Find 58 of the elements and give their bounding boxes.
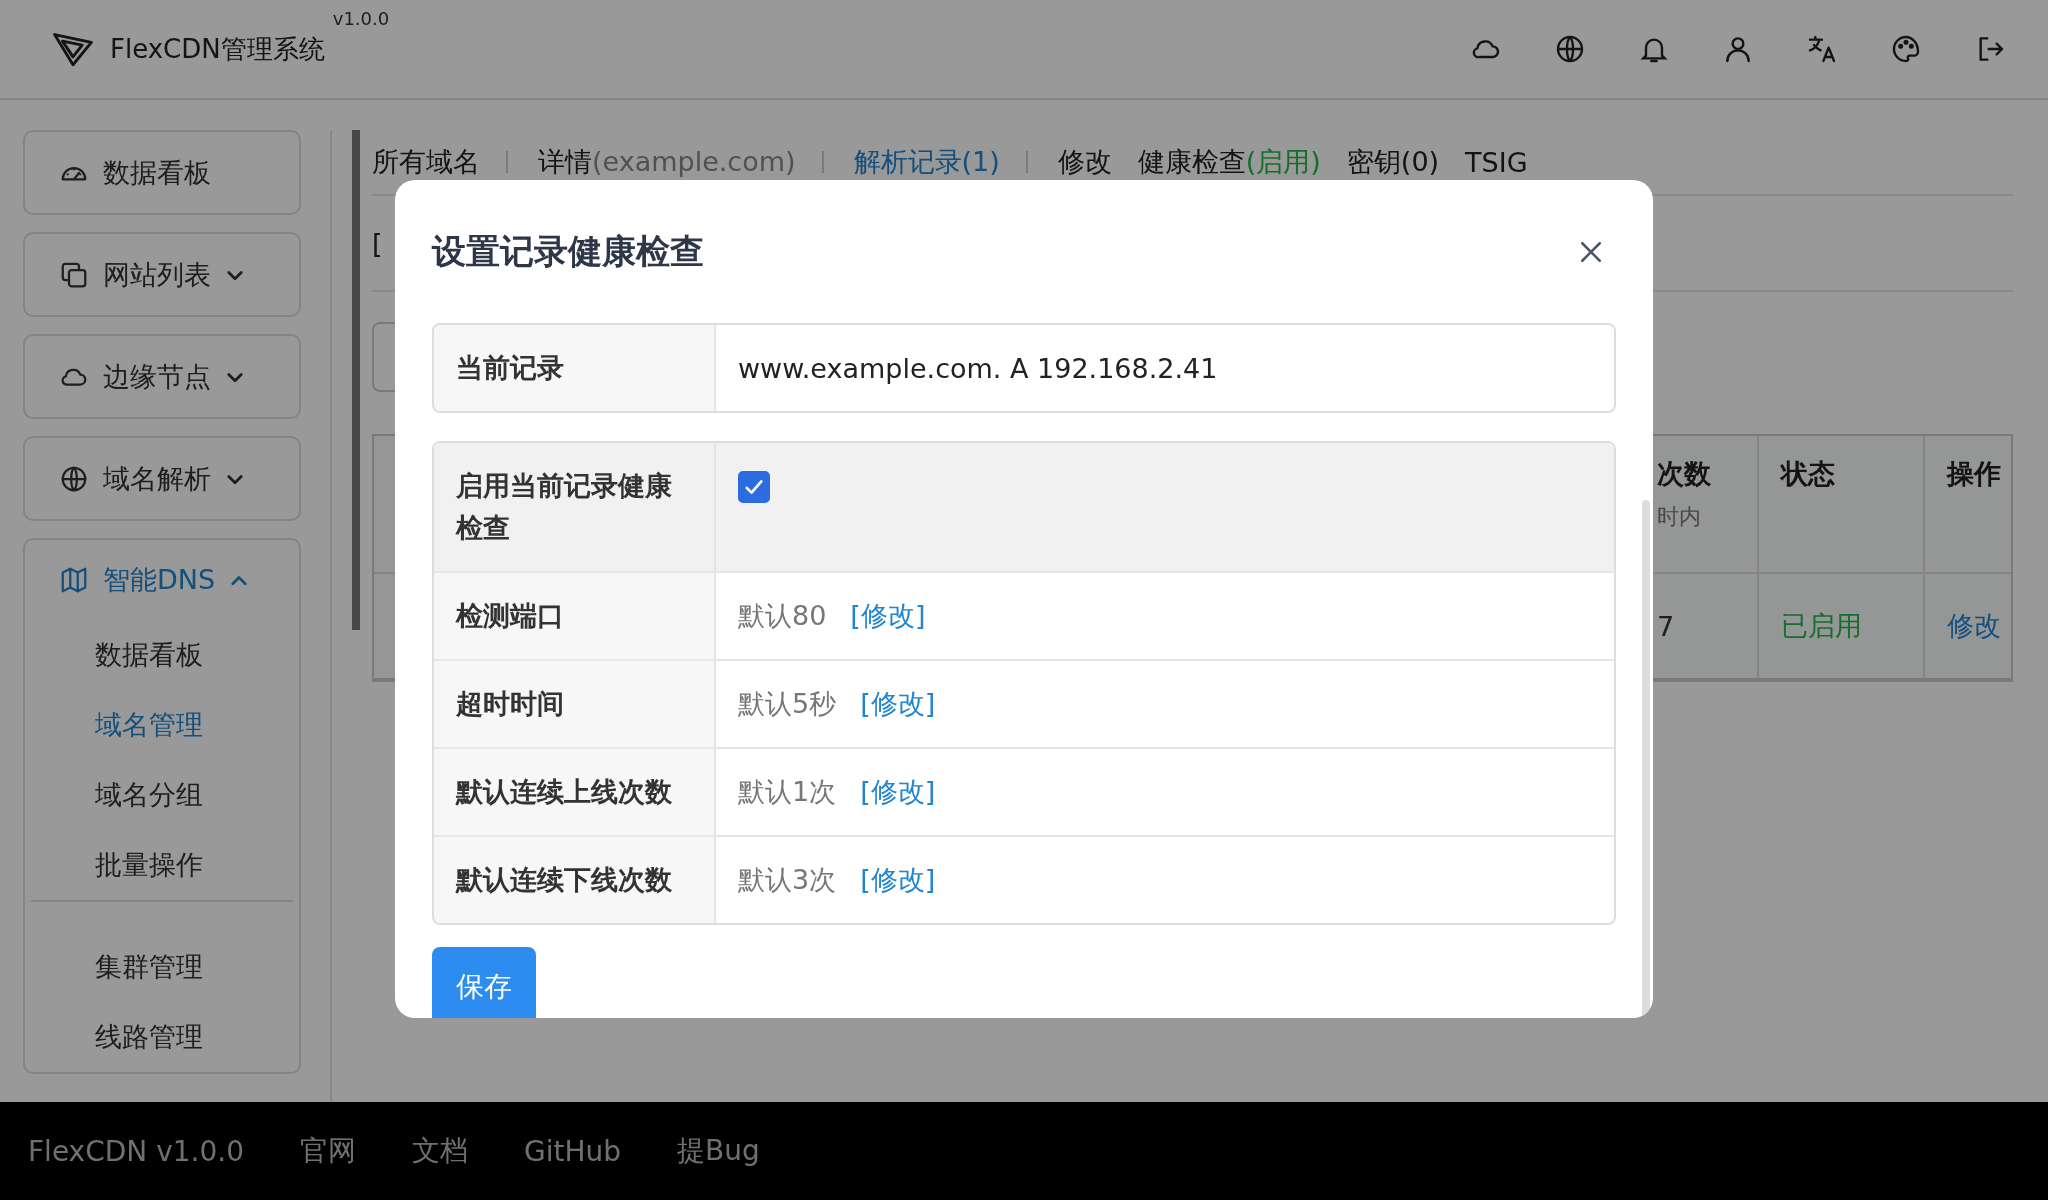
submenu-item[interactable]: 批量操作 [25, 830, 299, 900]
tab[interactable]: 详情(example.com) [538, 144, 796, 180]
tab[interactable]: 修改 [1057, 144, 1112, 180]
scrollbar[interactable] [1642, 500, 1650, 1018]
edit-link[interactable]: [修改] [860, 774, 936, 810]
submenu-item[interactable]: 域名分组 [25, 760, 299, 830]
footer-link[interactable]: 文档 [411, 1132, 468, 1170]
sidebar-item[interactable]: 边缘节点 [25, 336, 299, 417]
default-value: 默认5秒 [738, 687, 837, 721]
footer-link[interactable]: 官网 [299, 1132, 356, 1170]
edit-link[interactable]: 修改 [1947, 608, 2011, 644]
record-value: www.example.com. A 192.168.2.41 [738, 352, 1218, 384]
edit-link[interactable]: [修改] [860, 862, 936, 898]
field-label: 默认连续下线次数 [434, 837, 716, 923]
sidebar-item[interactable]: 域名解析 [25, 438, 299, 519]
logo-icon [52, 30, 94, 68]
field-label: 当前记录 [434, 325, 716, 411]
sidebar-item[interactable]: 数据看板 [25, 132, 299, 213]
default-value: 默认1次 [738, 775, 837, 809]
submenu-item[interactable]: 数据看板 [25, 620, 299, 690]
tab[interactable]: 解析记录(1) [853, 144, 1000, 180]
footer-link[interactable]: GitHub [523, 1134, 621, 1168]
submenu-item[interactable]: 域名管理 [25, 690, 299, 760]
table-cell-text: 已启用 [1781, 609, 1863, 643]
submenu-item[interactable]: 线路管理 [25, 1002, 299, 1072]
column-header: 操作 [1947, 457, 2002, 491]
translate-icon[interactable] [1806, 33, 1838, 65]
checkbox[interactable] [738, 471, 770, 503]
field-label: 启用当前记录健康检查 [434, 443, 716, 571]
app-title: FlexCDN管理系统 [110, 32, 325, 66]
submenu-item[interactable]: 集群管理 [25, 932, 299, 1002]
map-icon [59, 565, 89, 595]
column-subtitle: 时内 [1657, 503, 1702, 531]
footer-link[interactable]: 提Bug [677, 1132, 760, 1170]
tab[interactable]: 密钥(0) [1346, 144, 1440, 180]
sidebar-item[interactable]: 智能DNS [25, 540, 299, 620]
sidebar-item[interactable]: 网站列表 [25, 234, 299, 315]
save-button[interactable]: 保存 [432, 947, 536, 1018]
default-value: 默认80 [738, 599, 827, 633]
default-value: 默认3次 [738, 863, 837, 897]
field-label: 超时时间 [434, 661, 716, 747]
tab[interactable]: 所有域名 [372, 144, 480, 180]
create-link[interactable]: [ [372, 227, 383, 259]
edit-link[interactable]: [修改] [860, 686, 936, 722]
column-header: 状态 [1781, 457, 1836, 491]
palette-icon[interactable] [1890, 33, 1922, 65]
table-cell-text: 7 [1657, 610, 1676, 642]
version-text: FlexCDN v1.0.0 [28, 1134, 244, 1168]
tab[interactable]: TSIG [1465, 146, 1528, 178]
field-label: 默认连续上线次数 [434, 749, 716, 835]
tab[interactable]: 健康检查(启用) [1137, 144, 1321, 180]
dialog-title: 设置记录健康检查 [432, 229, 704, 273]
globe-icon[interactable] [1554, 33, 1586, 65]
field-label: 检测端口 [434, 573, 716, 659]
column-header: 次数 [1657, 457, 1712, 491]
scrollbar[interactable] [352, 130, 360, 630]
version-label: v1.0.0 [332, 8, 390, 29]
edit-link[interactable]: [修改] [850, 598, 926, 634]
